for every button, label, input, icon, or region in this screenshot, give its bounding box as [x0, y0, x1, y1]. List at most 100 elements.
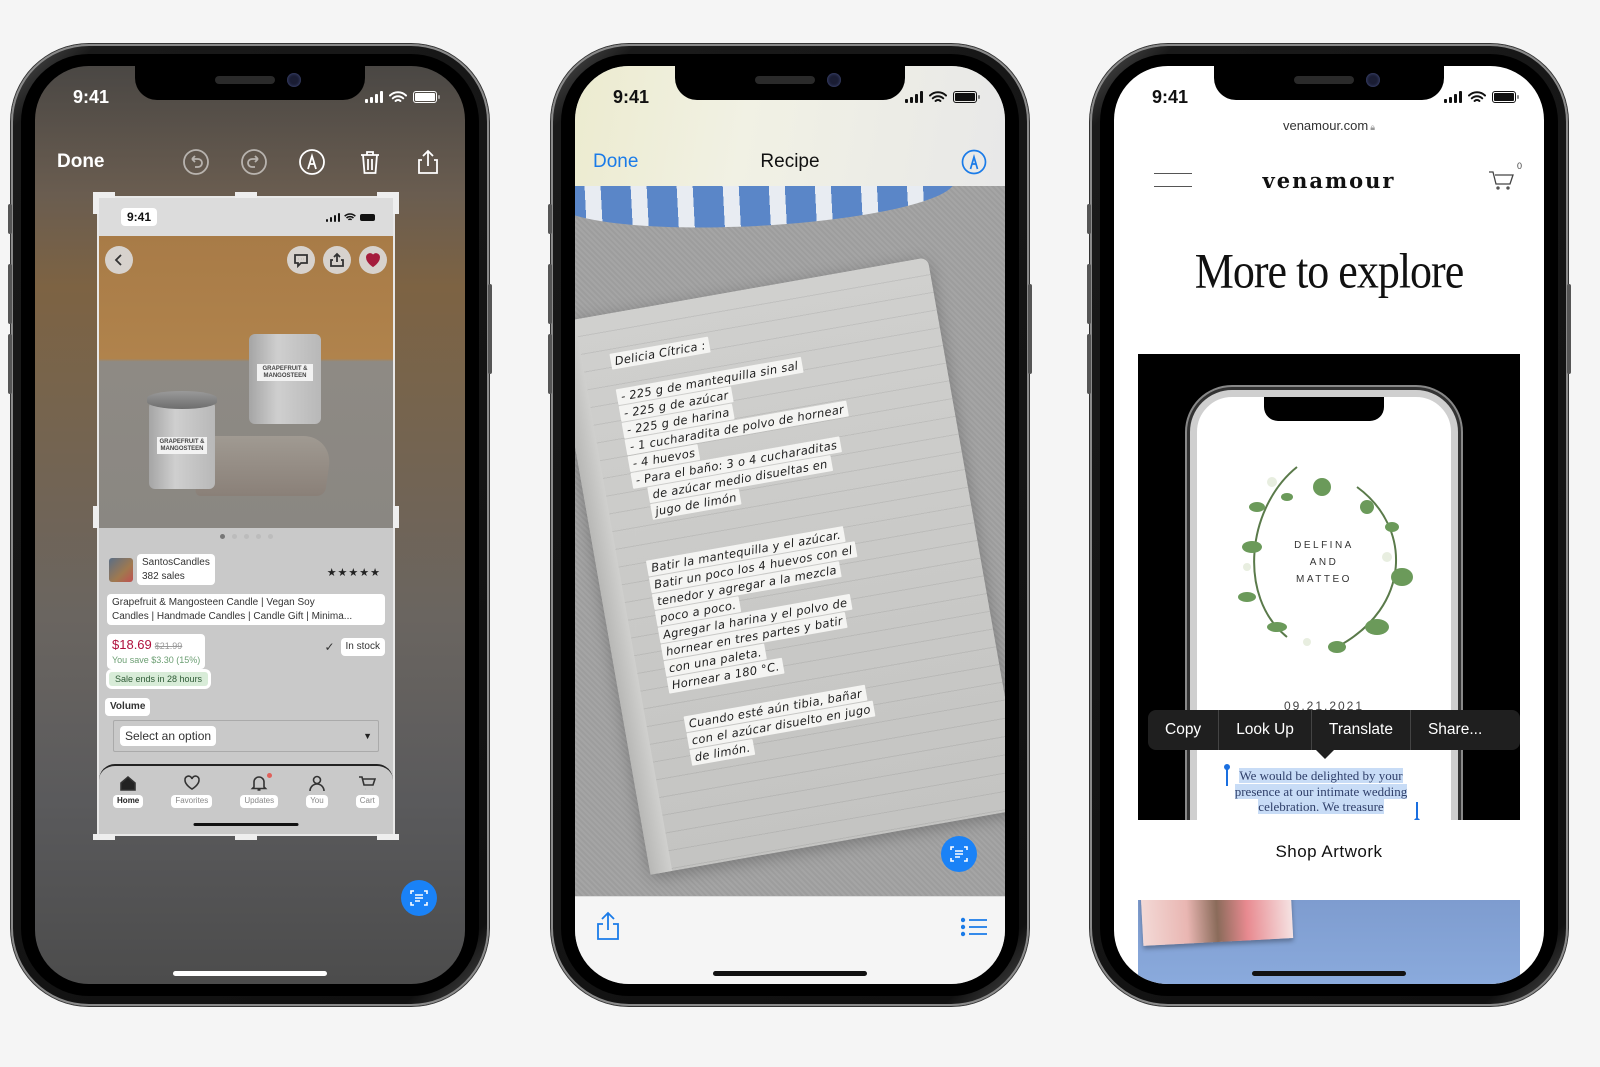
share-icon[interactable] [595, 911, 621, 941]
invitation-name-line: AND [1309, 557, 1339, 568]
crop-handle-top-right-v[interactable] [393, 192, 399, 214]
seller-avatar [109, 557, 133, 582]
carousel-dots[interactable] [99, 528, 393, 545]
crop-handle-right[interactable] [393, 506, 399, 528]
address-bar[interactable]: venamour.com 🔒︎ [1114, 118, 1544, 133]
app-tab-bar: Home Favorites Updates You Cart [99, 764, 393, 824]
crop-handle-top[interactable] [235, 192, 257, 198]
back-chevron-icon[interactable] [105, 246, 133, 274]
selection-end-handle[interactable] [1414, 802, 1420, 820]
menu-item-look-up[interactable]: Look Up [1219, 710, 1312, 750]
tab-label: Home [113, 795, 144, 808]
cart-button[interactable]: 0 [1488, 161, 1522, 191]
stage: 9:41 Done 9:41 GRAPEFRUIT & MANGOSTEEN G… [0, 0, 1600, 1067]
menu-item-translate[interactable]: Translate [1312, 710, 1411, 750]
select-placeholder: Select an option [120, 725, 217, 747]
price-block: $18.69 $21.99 You save $3.30 (15%) [107, 634, 206, 670]
cellular-signal-icon [1444, 91, 1462, 103]
markup-icon[interactable] [297, 147, 327, 177]
battery-icon [360, 213, 375, 221]
screenshot-time: 9:41 [121, 208, 158, 226]
done-button[interactable]: Done [593, 151, 638, 173]
side-button [488, 284, 492, 374]
crop-handle-bottom[interactable] [235, 834, 257, 840]
undo-icon[interactable] [181, 147, 211, 177]
tab-label: Cart [355, 795, 379, 808]
selected-text[interactable]: We would be delighted by your presence a… [1226, 768, 1416, 815]
heart-icon [183, 775, 200, 790]
recognized-text[interactable]: Delicia Cítrica : [609, 336, 711, 370]
captured-screenshot: 9:41 GRAPEFRUIT & MANGOSTEEN GRAPEFRUIT … [97, 196, 395, 836]
done-button[interactable]: Done [57, 151, 105, 173]
home-icon [120, 775, 136, 791]
tab-home[interactable]: Home [113, 774, 144, 824]
crop-handle-bottom-right[interactable] [377, 834, 399, 840]
menu-item-share[interactable]: Share... [1411, 710, 1499, 750]
lock-icon: 🔒︎ [1370, 122, 1376, 132]
site-logo[interactable]: venamour [1263, 168, 1396, 193]
notification-dot [267, 773, 273, 778]
heart-icon[interactable] [359, 246, 387, 274]
screenshot-home-indicator [193, 823, 299, 826]
home-indicator[interactable] [1252, 971, 1406, 976]
tab-cart[interactable]: Cart [355, 774, 379, 824]
feature-image: DELFINA AND MATTEO 09.21.2021 Copy Look … [1138, 354, 1520, 820]
crop-handle-top-left-v[interactable] [93, 192, 99, 214]
phone-safari-venamour: 9:41 venamour.com 🔒︎ venamour 0 More to e… [1087, 44, 1571, 1006]
wifi-icon [344, 212, 356, 221]
trash-icon[interactable] [355, 147, 385, 177]
product-photo: GRAPEFRUIT & MANGOSTEEN GRAPEFRUIT & MAN… [99, 236, 393, 528]
notch [675, 66, 905, 100]
markup-icon[interactable] [961, 149, 987, 175]
product-title: Grapefruit & Mangosteen Candle | Vegan S… [107, 594, 385, 625]
volume-up-button [548, 264, 552, 324]
crop-handle-left[interactable] [93, 506, 99, 528]
mute-switch [8, 204, 12, 234]
sale-badge: Sale ends in 28 hours [109, 672, 209, 686]
candle-jar-front: GRAPEFRUIT & MANGOSTEEN [147, 391, 217, 489]
redo-icon[interactable] [239, 147, 269, 177]
tab-favorites[interactable]: Favorites [171, 774, 213, 824]
recipe-photo: Delicia Cítrica : - 225 g de mantequilla… [575, 186, 1005, 896]
jar-label: GRAPEFRUIT & MANGOSTEEN [257, 364, 313, 382]
url-text: venamour.com [1282, 118, 1369, 133]
message-icon[interactable] [287, 246, 315, 274]
home-indicator[interactable] [713, 971, 867, 976]
crop-handle-bottom-left[interactable] [93, 834, 115, 840]
battery-icon [1492, 91, 1519, 103]
menu-item-copy[interactable]: Copy [1148, 710, 1220, 750]
option-label: Volume [105, 698, 151, 716]
volume-down-button [548, 334, 552, 394]
selection-start-handle[interactable] [1224, 764, 1230, 786]
home-indicator[interactable] [173, 971, 327, 976]
volume-down-button [1087, 334, 1091, 394]
screen: 9:41 Done Recipe Delicia Cítrica : - 225… [575, 66, 1005, 984]
live-text-icon[interactable] [941, 836, 977, 872]
bell-icon [250, 776, 268, 791]
tab-you[interactable]: You [306, 774, 328, 824]
share-icon[interactable] [323, 246, 351, 274]
live-text-icon[interactable] [401, 880, 437, 916]
seller-info[interactable]: SantosCandles 382 sales [109, 554, 215, 585]
dropdown-arrow-icon: ▼ [363, 731, 372, 741]
tab-updates[interactable]: Updates [240, 773, 279, 824]
site-header: venamour 0 [1114, 161, 1544, 198]
volume-select[interactable]: Select an option ▼ [113, 720, 379, 752]
stock-label: In stock [340, 638, 385, 656]
shop-artwork-link[interactable]: Shop Artwork [1114, 842, 1544, 862]
wifi-icon [389, 90, 407, 102]
seller-sales: 382 sales [142, 570, 185, 582]
share-icon[interactable] [413, 147, 443, 177]
screenshot-status-bar: 9:41 [99, 198, 393, 236]
cellular-signal-icon [905, 91, 923, 103]
wifi-icon [1468, 90, 1486, 102]
stock-status: ✓ In stock [324, 638, 385, 656]
person-icon [309, 775, 325, 792]
hamburger-menu-icon[interactable] [1154, 173, 1192, 187]
invitation-name-line: DELFINA [1294, 540, 1354, 551]
list-icon[interactable] [960, 917, 987, 937]
selected-text-content: We would be delighted by your presence a… [1234, 768, 1408, 814]
text-context-menu: Copy Look Up Translate Share... [1148, 710, 1520, 750]
check-icon: ✓ [324, 639, 335, 654]
mute-switch [548, 204, 552, 234]
